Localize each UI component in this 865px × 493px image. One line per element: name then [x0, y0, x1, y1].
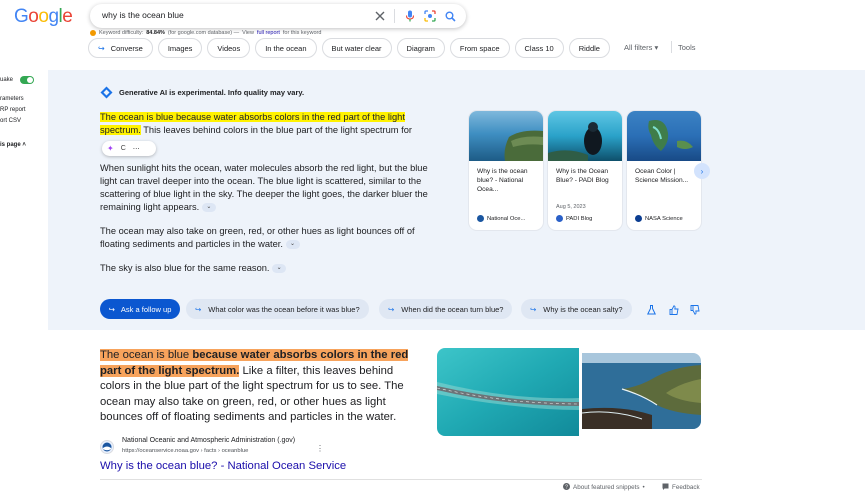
noaa-favicon-icon	[477, 215, 484, 222]
question-icon: ?	[563, 483, 570, 492]
ai-paragraph-2: When sunlight hits the ocean, water mole…	[100, 163, 428, 213]
keyword-source: (for google.com database) —	[167, 30, 240, 36]
chip-videos[interactable]: Videos	[207, 38, 251, 58]
chevron-right-icon: ›	[700, 166, 704, 176]
thumbs-down-icon[interactable]	[689, 304, 700, 315]
thumbs-up-icon[interactable]	[668, 304, 679, 315]
microphone-icon[interactable]	[402, 8, 418, 24]
follow-up-arrow-icon: ↪	[195, 304, 202, 314]
source-card-padi[interactable]: Why is the Ocean Blue? - PADI Blog Aug 5…	[548, 111, 622, 230]
panel-this-page[interactable]: is page ˄	[0, 142, 26, 148]
ai-paragraph-4: The sky is also blue for the same reason…	[100, 262, 445, 275]
card-date: Aug 5, 2023	[556, 204, 586, 210]
chip-but-water-clear[interactable]: But water clear	[321, 38, 392, 58]
keyword-difficulty-line: Keyword difficulty: 84.84% (for google.c…	[90, 30, 321, 36]
svg-text:?: ?	[565, 484, 568, 490]
chip-in-the-ocean[interactable]: In the ocean	[255, 38, 317, 58]
search-chips: ↪ Converse Images Videos In the ocean But…	[88, 38, 610, 58]
chip-diagram[interactable]: Diagram	[396, 38, 445, 58]
ai-overview-header: Generative AI is experimental. Info qual…	[100, 86, 304, 99]
expand-icon[interactable]: ⌄	[285, 240, 300, 250]
sparkle-icon[interactable]: ✦	[107, 144, 114, 153]
snippet-source-name: National Oceanic and Atmospheric Adminis…	[122, 437, 296, 444]
google-lens-icon[interactable]	[422, 8, 438, 24]
ask-follow-up-button[interactable]: ↪ Ask a follow up	[100, 299, 180, 319]
cards-next-button[interactable]: ›	[694, 163, 710, 179]
follow-up-arrow-icon: ↪	[530, 304, 537, 314]
search-input[interactable]: why is the ocean blue	[102, 10, 184, 20]
ai-mini-toolbar[interactable]: ✦ C ⋯	[102, 141, 156, 156]
chip-from-space[interactable]: From space	[449, 38, 510, 58]
keyword-tool-icon	[90, 30, 96, 36]
featured-snippet-text: The ocean is blue because water absorbs …	[100, 349, 409, 424]
expand-icon[interactable]: ⌄	[201, 203, 216, 213]
flask-icon[interactable]	[646, 304, 657, 315]
ai-gem-icon	[100, 86, 113, 99]
all-filters-button[interactable]: All filters ▾	[624, 43, 658, 52]
chip-class-10[interactable]: Class 10	[514, 38, 564, 58]
search-icon[interactable]	[442, 8, 458, 24]
snippet-image-aerial-road[interactable]	[437, 348, 579, 436]
clear-icon[interactable]	[372, 8, 388, 24]
card-source: NASA Science	[635, 215, 683, 222]
full-report-link[interactable]: full report	[257, 30, 280, 36]
caret-up-icon: ˄	[22, 142, 26, 148]
snippet-highlight: The ocean is blue	[100, 349, 193, 361]
search-box[interactable]: why is the ocean blue	[90, 4, 466, 28]
chip-riddle[interactable]: Riddle	[568, 38, 610, 58]
snippet-result-link[interactable]: Why is the ocean blue? - National Ocean …	[100, 460, 346, 472]
extension-side-panel: uake rameters RP report ort CSV is page …	[0, 72, 48, 164]
panel-export-csv[interactable]: ort CSV	[0, 118, 21, 124]
card-source: National Oce...	[477, 215, 525, 222]
expand-icon[interactable]: ⌄	[272, 264, 287, 274]
source-card-nasa[interactable]: Ocean Color | Science Mission... NASA Sc…	[627, 111, 701, 230]
more-options-icon[interactable]: ⋮	[316, 444, 324, 453]
ai-paragraph-1: The ocean is blue because water absorbs …	[100, 112, 412, 135]
search-divider	[394, 9, 395, 23]
feedback-link[interactable]: Feedback	[662, 483, 700, 492]
source-card-noaa[interactable]: Why is the ocean blue? - National Ocea..…	[469, 111, 543, 230]
panel-parameters[interactable]: rameters	[0, 96, 24, 102]
google-logo[interactable]: Google	[14, 6, 73, 28]
follow-up-question-3[interactable]: ↪ Why is the ocean salty?	[521, 299, 632, 319]
snippet-source-url: https://oceanservice.noaa.gov › facts › …	[122, 448, 249, 454]
card-thumbnail	[469, 111, 543, 161]
follow-up-question-2[interactable]: ↪ When did the ocean turn blue?	[379, 299, 513, 319]
more-icon[interactable]: ⋯	[133, 145, 140, 153]
converse-arrow-icon: ↪	[98, 43, 105, 53]
extension-toggle[interactable]	[20, 76, 34, 84]
about-featured-snippets[interactable]: ? About featured snippets •	[563, 483, 645, 492]
card-source: PADI Blog	[556, 215, 592, 222]
follow-up-arrow-icon: ↪	[388, 304, 395, 314]
card-title: Ocean Color | Science Mission...	[635, 168, 689, 184]
mini-toolbar-label[interactable]: C	[121, 145, 126, 152]
follow-up-question-1[interactable]: ↪ What color was the ocean before it was …	[186, 299, 369, 319]
tools-button[interactable]: Tools	[678, 43, 696, 52]
nasa-favicon-icon	[635, 215, 642, 222]
chip-converse[interactable]: ↪ Converse	[88, 38, 153, 58]
card-thumbnail	[548, 111, 622, 161]
noaa-logo-icon	[100, 440, 114, 454]
ai-disclaimer: Generative AI is experimental. Info qual…	[119, 88, 305, 97]
snippet-image-coastline[interactable]	[582, 353, 701, 429]
card-title: Why is the Ocean Blue? - PADI Blog	[556, 168, 609, 184]
panel-line-1: uake	[0, 77, 14, 83]
keyword-label: Keyword difficulty:	[99, 30, 144, 36]
chip-images[interactable]: Images	[157, 38, 203, 58]
filters-divider	[671, 41, 672, 53]
footer-separator: •	[642, 484, 645, 491]
ai-paragraph-3: The ocean may also take on green, red, o…	[100, 226, 415, 250]
follow-up-arrow-icon: ↪	[108, 304, 115, 314]
card-thumbnail	[627, 111, 701, 161]
card-title: Why is the ocean blue? - National Ocea..…	[477, 168, 528, 193]
panel-serp-report[interactable]: RP report	[0, 107, 26, 113]
feedback-icon	[662, 483, 669, 492]
keyword-suffix: for this keyword	[282, 30, 322, 36]
snippet-footer-divider	[100, 479, 702, 480]
caret-down-icon: ▾	[654, 43, 659, 52]
padi-favicon-icon	[556, 215, 563, 222]
keyword-view: View	[242, 30, 254, 36]
keyword-value: 84.84%	[146, 30, 165, 36]
